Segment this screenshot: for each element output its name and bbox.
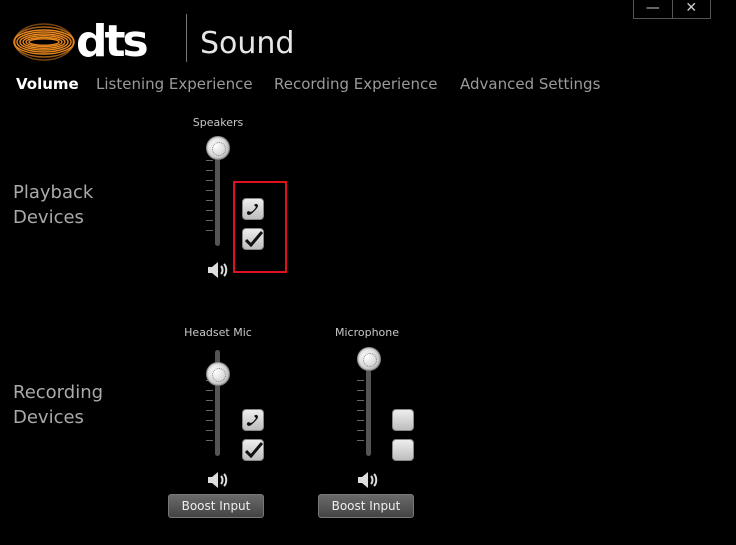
close-button[interactable]: ✕ — [671, 0, 711, 18]
microphone-default-checkbox[interactable] — [392, 439, 414, 461]
microphone-boost-input-button[interactable]: Boost Input — [318, 494, 414, 518]
phone-icon — [246, 414, 258, 426]
recording-devices-label: Recording Devices — [13, 380, 103, 430]
headset-mic-boost-input-button[interactable]: Boost Input — [168, 494, 264, 518]
logo-divider — [186, 14, 187, 62]
microphone-speaker-volume-icon[interactable] — [357, 470, 381, 494]
tab-listening-experience[interactable]: Listening Experience — [96, 75, 253, 93]
speakers-volume-ticks — [206, 160, 218, 240]
minimize-button[interactable]: — — [634, 0, 672, 18]
headset-mic-default-comm-checkbox[interactable] — [242, 409, 264, 431]
tab-recording-experience[interactable]: Recording Experience — [274, 75, 437, 93]
recording-label-line2: Devices — [13, 407, 84, 428]
headset-mic-volume-ticks — [206, 380, 218, 450]
checkmark-icon — [245, 442, 263, 458]
playback-devices-label: Playback Devices — [13, 180, 93, 230]
device-name-microphone: Microphone — [334, 326, 400, 339]
headset-mic-volume-knob[interactable] — [206, 362, 230, 386]
microphone-default-comm-checkbox[interactable] — [392, 409, 414, 431]
speakers-default-checkbox[interactable] — [242, 228, 264, 250]
headset-mic-speaker-volume-icon[interactable] — [207, 470, 231, 494]
speakers-volume-knob[interactable] — [206, 136, 230, 160]
microphone-volume-ticks — [357, 380, 369, 450]
recording-label-line1: Recording — [13, 382, 104, 403]
window-controls: — ✕ — [633, 0, 711, 19]
playback-label-line1: Playback — [13, 182, 94, 203]
dts-logo-icon: dts — [13, 16, 151, 67]
headset-mic-default-checkbox[interactable] — [242, 439, 264, 461]
microphone-volume-knob[interactable] — [357, 347, 381, 371]
svg-text:dts: dts — [76, 16, 148, 67]
tab-advanced-settings[interactable]: Advanced Settings — [460, 75, 600, 93]
device-name-headset-mic: Headset Mic — [184, 326, 252, 339]
speaker-volume-icon[interactable] — [207, 260, 231, 284]
device-name-speakers: Speakers — [192, 116, 244, 129]
phone-icon — [246, 203, 258, 215]
checkmark-icon — [245, 231, 263, 247]
speakers-default-comm-checkbox[interactable] — [242, 198, 264, 220]
product-title: Sound — [200, 26, 295, 61]
playback-label-line2: Devices — [13, 207, 84, 228]
default-device-highlight — [233, 181, 287, 273]
tab-volume[interactable]: Volume — [16, 75, 79, 93]
